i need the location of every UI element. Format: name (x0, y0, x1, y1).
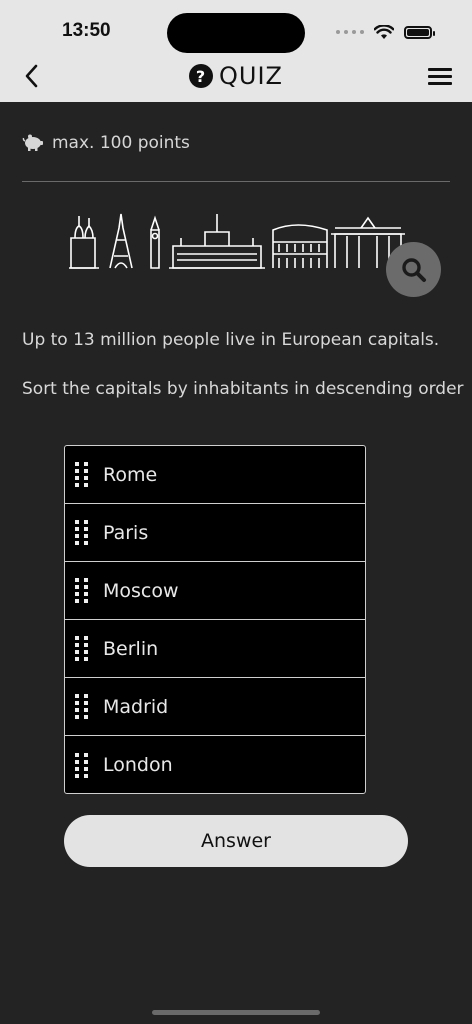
question-icon: ? (189, 64, 213, 88)
status-icons (336, 22, 435, 42)
drag-handle-icon[interactable] (75, 752, 91, 778)
sortable-item-berlin[interactable]: Berlin (65, 620, 365, 678)
quiz-instruction: Sort the capitals by inhabitants in desc… (22, 379, 464, 399)
search-button[interactable] (386, 242, 441, 297)
item-label: Rome (103, 463, 158, 486)
quiz-statement: Up to 13 million people live in European… (22, 330, 440, 350)
battery-icon (404, 25, 435, 39)
sortable-item-moscow[interactable]: Moscow (65, 562, 365, 620)
piggy-bank-icon (22, 134, 43, 151)
divider (22, 181, 450, 182)
sortable-item-rome[interactable]: Rome (65, 446, 365, 504)
top-bar: 13:50 ? QUIZ (0, 0, 472, 102)
drag-handle-icon[interactable] (75, 578, 91, 603)
nav-title: ? QUIZ (0, 62, 472, 90)
item-label: Moscow (103, 579, 179, 602)
menu-icon[interactable] (428, 68, 452, 86)
drag-handle-icon[interactable] (75, 462, 91, 487)
drag-handle-icon[interactable] (75, 694, 91, 719)
wifi-icon (374, 24, 394, 39)
points-info: max. 100 points (22, 133, 190, 153)
sortable-item-paris[interactable]: Paris (65, 504, 365, 562)
item-label: London (103, 754, 173, 776)
camera-notch (167, 13, 305, 53)
magnifier-icon (401, 257, 426, 282)
sortable-item-madrid[interactable]: Madrid (65, 678, 365, 736)
points-label: max. 100 points (52, 133, 190, 153)
home-indicator (152, 1010, 320, 1015)
sortable-list: Rome Paris Moscow Berlin Madrid London (64, 445, 366, 794)
item-label: Paris (103, 521, 149, 544)
answer-button[interactable]: Answer (64, 815, 408, 867)
item-label: Madrid (103, 695, 169, 718)
european-skyline-illustration (69, 213, 405, 269)
drag-handle-icon[interactable] (75, 636, 91, 661)
drag-handle-icon[interactable] (75, 520, 91, 545)
sortable-item-london[interactable]: London (65, 736, 365, 793)
item-label: Berlin (103, 637, 159, 660)
status-time: 13:50 (62, 20, 111, 41)
page-title: QUIZ (219, 62, 283, 90)
signal-icon (336, 30, 364, 34)
